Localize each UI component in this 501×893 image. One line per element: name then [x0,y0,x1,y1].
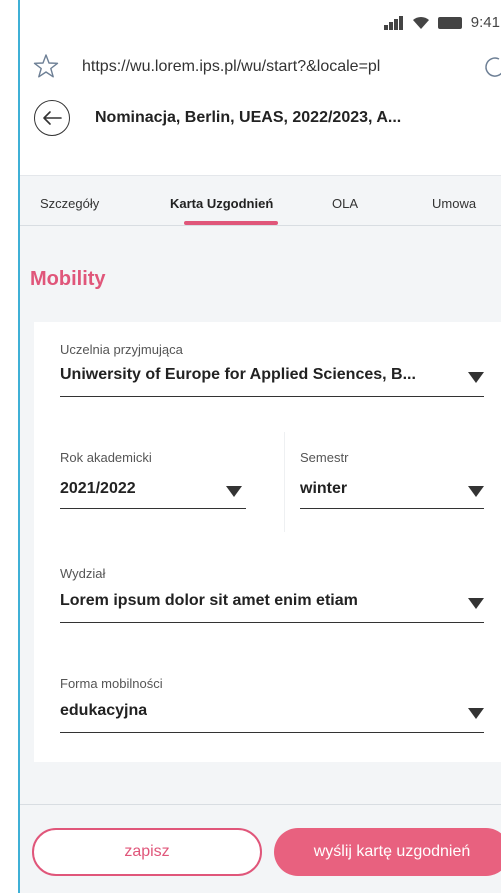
url-text[interactable]: https://wu.lorem.ips.pl/wu/start?&locale… [82,58,380,76]
mobility-form-value: edukacyjna [60,702,148,719]
semester-label: Semestr [300,450,349,465]
page-header: Nominacja, Berlin, UEAS, 2022/2023, A... [20,88,501,176]
tab-szczegoly[interactable]: Szczegóły [40,196,99,211]
tab-bar: Szczegóły Karta Uzgodnień OLA Umowa [20,176,501,226]
address-bar[interactable]: https://wu.lorem.ips.pl/wu/start?&locale… [20,48,501,88]
status-bar: 9:41 [20,0,501,48]
divider [20,804,501,805]
tab-ola[interactable]: OLA [332,196,358,211]
field-underline [60,508,246,509]
arrow-left-icon [43,111,62,125]
section-title: Mobility [30,268,106,290]
status-time: 9:41 [470,14,500,31]
field-underline [60,396,484,397]
active-tab-indicator [184,221,278,225]
back-button[interactable] [34,100,70,136]
faculty-label: Wydział [60,566,106,581]
receiving-university-value: Uniwersity of Europe for Applied Science… [60,366,416,383]
star-icon[interactable] [32,52,60,80]
academic-year-value: 2021/2022 [60,480,136,497]
mobility-form-label: Forma mobilności [60,676,163,691]
chevron-down-icon [468,372,484,383]
field-underline [300,508,484,509]
phone-screen: 9:41 https://wu.lorem.ips.pl/wu/start?&l… [18,0,501,893]
semester-value: winter [300,480,348,497]
chevron-down-icon [468,486,484,497]
chevron-down-icon [226,486,242,497]
column-divider [284,432,285,532]
academic-year-label: Rok akademicki [60,450,152,465]
send-agreement-button[interactable]: wyślij kartę uzgodnień [274,828,501,876]
reload-icon[interactable] [482,54,501,80]
mobility-form-card: Uczelnia przyjmująca Uniwersity of Europ… [34,322,501,762]
chevron-down-icon [468,708,484,719]
chevron-down-icon [468,598,484,609]
tab-karta-uzgodnien[interactable]: Karta Uzgodnień [170,196,273,211]
receiving-university-label: Uczelnia przyjmująca [60,342,183,357]
save-button[interactable]: zapisz [32,828,262,876]
tab-umowa[interactable]: Umowa [432,196,476,211]
battery-icon [437,16,462,29]
signal-icon [383,15,403,30]
faculty-value: Lorem ipsum dolor sit amet enim etiam [60,592,358,609]
field-underline [60,622,484,623]
wifi-icon [412,16,429,29]
page-title: Nominacja, Berlin, UEAS, 2022/2023, A... [95,109,402,126]
field-underline [60,732,484,733]
